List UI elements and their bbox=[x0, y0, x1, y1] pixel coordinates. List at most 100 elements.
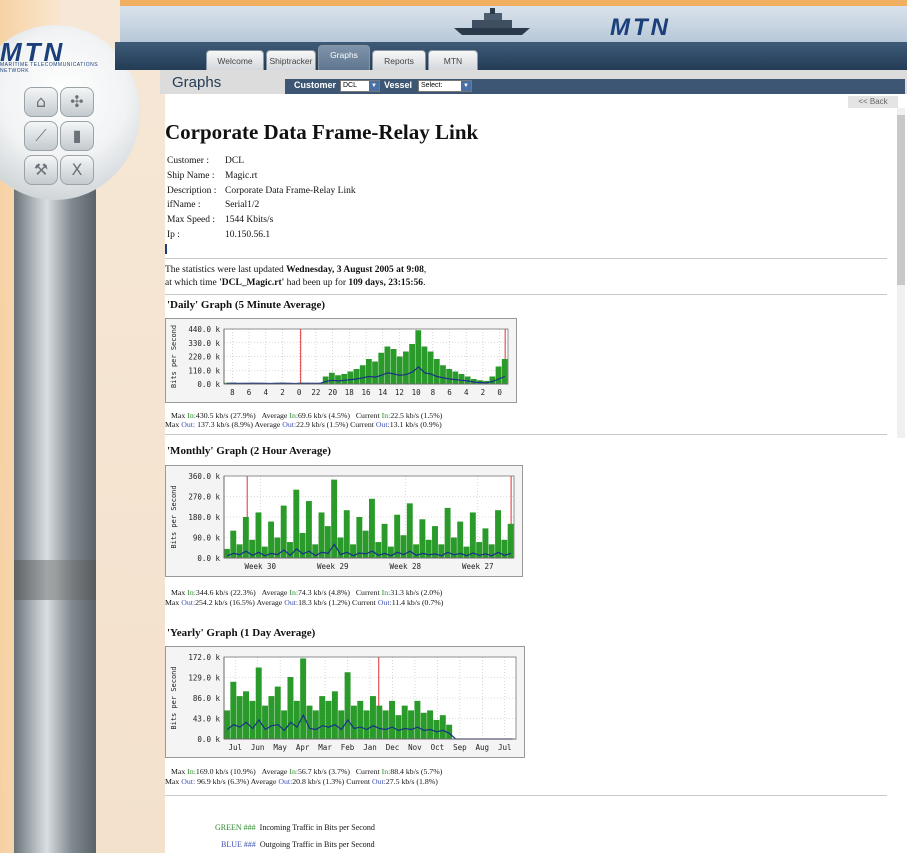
incoming-bar bbox=[507, 523, 514, 558]
y-tick-label: 180.0 k bbox=[188, 513, 220, 522]
incoming-bar bbox=[224, 548, 230, 558]
incoming-bar bbox=[420, 712, 427, 739]
x-tick-label: May bbox=[273, 743, 287, 752]
incoming-bar bbox=[347, 371, 354, 384]
vessel-select[interactable]: Select: ▼ bbox=[418, 80, 472, 92]
incoming-bar bbox=[353, 369, 360, 384]
network-icon[interactable]: ✣ bbox=[60, 87, 94, 117]
monthly-max-in-line: Max In:344.6 kb/s (22.3%) Average In:74.… bbox=[171, 588, 443, 597]
stats-updated-line: The statistics were last updated Wednesd… bbox=[165, 265, 427, 275]
customer-select[interactable]: DCL ▼ bbox=[340, 80, 380, 92]
incoming-bar bbox=[370, 696, 376, 739]
x-tick-label: Week 28 bbox=[389, 562, 421, 571]
back-button[interactable]: << Back bbox=[848, 96, 898, 108]
y-tick-label: 0.0 k bbox=[197, 735, 220, 744]
vessel-select-value: Select: bbox=[421, 82, 443, 89]
incoming-bar bbox=[338, 710, 345, 739]
x-tick-label: 0 bbox=[497, 388, 502, 397]
incoming-bar bbox=[312, 710, 319, 739]
x-tick-label: Feb bbox=[341, 743, 355, 752]
x-tick-label: Nov bbox=[408, 743, 422, 752]
incoming-bar bbox=[433, 359, 440, 384]
incoming-bar bbox=[224, 710, 230, 739]
incoming-bar bbox=[427, 710, 434, 739]
incoming-bar bbox=[369, 498, 375, 558]
incoming-bar bbox=[421, 346, 428, 384]
ship-icon bbox=[454, 8, 530, 35]
tools-icon[interactable]: ⚒ bbox=[24, 155, 58, 185]
incoming-bar bbox=[457, 521, 464, 558]
incoming-bar bbox=[331, 691, 338, 739]
monthly-graph-title: 'Monthly' Graph (2 Hour Average) bbox=[167, 445, 331, 457]
tab-mtn[interactable]: MTN bbox=[428, 50, 478, 70]
incoming-bar bbox=[363, 710, 370, 739]
incoming-bar bbox=[501, 359, 508, 384]
tab-graphs[interactable]: Graphs bbox=[318, 45, 370, 70]
stats-uptime-line: at which time 'DCL_Magic.rt' had been up… bbox=[165, 278, 426, 288]
close-icon[interactable]: X bbox=[60, 155, 94, 185]
incoming-bar bbox=[372, 361, 378, 384]
daily-graph-title: 'Daily' Graph (5 Minute Average) bbox=[167, 299, 326, 311]
divider bbox=[165, 434, 887, 435]
x-tick-label: Oct bbox=[431, 743, 445, 752]
x-tick-label: Week 29 bbox=[317, 562, 349, 571]
x-tick-label: 2 bbox=[481, 388, 486, 397]
y-tick-label: 440.0 k bbox=[188, 325, 220, 334]
incoming-bar bbox=[387, 546, 394, 558]
x-tick-label: Mar bbox=[318, 743, 332, 752]
y-tick-label: 360.0 k bbox=[188, 472, 220, 481]
graph-icon[interactable]: ⟋ bbox=[24, 121, 58, 151]
tab-welcome[interactable]: Welcome bbox=[206, 50, 264, 70]
x-tick-label: 20 bbox=[328, 388, 338, 397]
scrollbar-thumb[interactable] bbox=[897, 115, 905, 285]
incoming-bar bbox=[300, 658, 307, 739]
incoming-bar bbox=[359, 365, 366, 384]
incoming-bar bbox=[463, 546, 470, 558]
monthly-max-out-line: Max Out:254.2 kb/s (16.5%) Average Out:1… bbox=[165, 598, 444, 607]
incoming-bar bbox=[318, 512, 325, 558]
x-tick-label: 18 bbox=[345, 388, 355, 397]
legend-incoming: GREEN ### Incoming Traffic in Bits per S… bbox=[215, 823, 375, 832]
incoming-bar bbox=[343, 510, 350, 558]
incoming-bar bbox=[293, 700, 300, 739]
chevron-down-icon: ▼ bbox=[369, 81, 379, 91]
tab-reports[interactable]: Reports bbox=[372, 50, 426, 70]
incoming-bar bbox=[444, 507, 451, 558]
incoming-bar bbox=[274, 686, 281, 739]
chevron-down-icon: ▼ bbox=[461, 81, 471, 91]
yearly-max-in-line: Max In:169.0 kb/s (10.9%) Average In:56.… bbox=[171, 767, 443, 776]
x-tick-label: 6 bbox=[247, 388, 252, 397]
incoming-bar bbox=[350, 705, 357, 739]
text-cursor bbox=[165, 244, 167, 254]
incoming-bar bbox=[356, 517, 363, 558]
incoming-bar bbox=[432, 526, 438, 558]
incoming-bar bbox=[384, 346, 391, 384]
vessel-label: Vessel bbox=[384, 80, 413, 90]
incoming-bar bbox=[328, 372, 335, 384]
incoming-bar bbox=[452, 371, 459, 384]
incoming-bar bbox=[389, 700, 395, 739]
home-icon[interactable]: ⌂ bbox=[24, 87, 58, 117]
x-tick-label: Aug bbox=[476, 743, 490, 752]
incoming-bar bbox=[427, 351, 434, 384]
incoming-bar bbox=[439, 715, 446, 739]
incoming-bar bbox=[322, 376, 329, 384]
x-tick-label: Jun bbox=[251, 743, 265, 752]
y-tick-label: 330.0 k bbox=[188, 339, 220, 348]
incoming-bar bbox=[335, 375, 341, 384]
incoming-bar bbox=[433, 719, 440, 739]
x-tick-label: 4 bbox=[264, 388, 269, 397]
x-tick-label: 10 bbox=[412, 388, 422, 397]
daily-max-in-line: Max In:430.5 kb/s (27.9%) Average In:69.… bbox=[171, 411, 443, 420]
incoming-bar bbox=[268, 521, 275, 558]
brand-logo[interactable]: MTN bbox=[0, 37, 120, 67]
bar-chart-icon[interactable]: ▮ bbox=[60, 121, 94, 151]
incoming-bar bbox=[403, 351, 409, 384]
tab-shiptracker[interactable]: Shiptracker bbox=[266, 50, 316, 70]
incoming-bar bbox=[419, 519, 426, 558]
incoming-bar bbox=[409, 344, 415, 384]
brand-logo-top: MTN bbox=[610, 14, 671, 41]
incoming-bar bbox=[414, 700, 421, 739]
yearly-graph: Bits per Second 172.0 k 129.0 k 86.0 k 43.0 … bbox=[165, 646, 525, 758]
x-tick-label: Sep bbox=[453, 743, 467, 752]
